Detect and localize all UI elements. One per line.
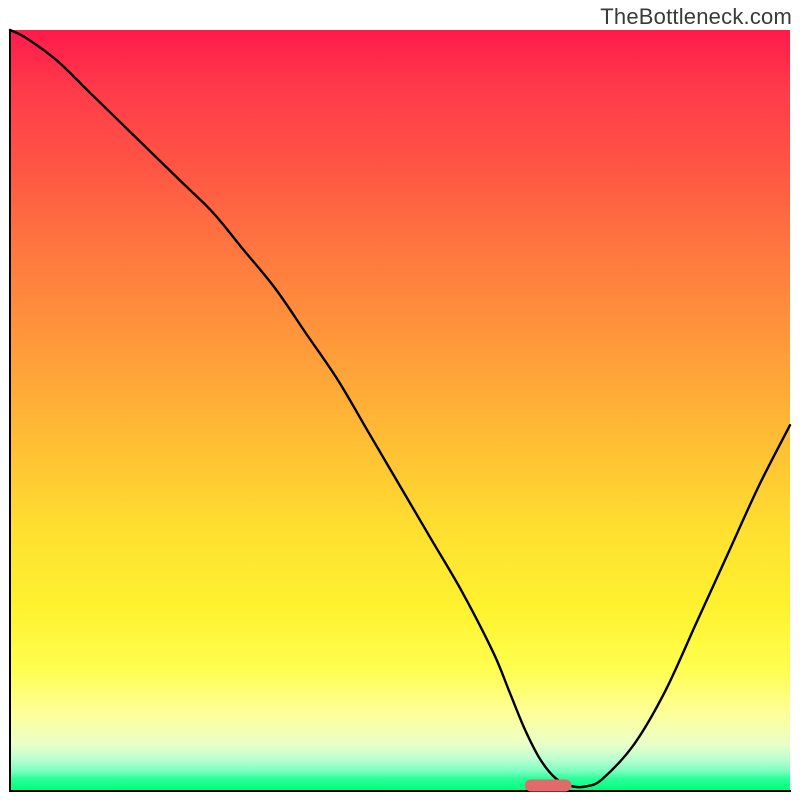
watermark-text: TheBottleneck.com [600,4,792,30]
x-axis-line [9,790,791,792]
optimal-marker [525,779,572,791]
chart-svg [10,30,790,790]
bottleneck-curve [10,30,790,787]
chart-container: TheBottleneck.com [0,0,800,800]
